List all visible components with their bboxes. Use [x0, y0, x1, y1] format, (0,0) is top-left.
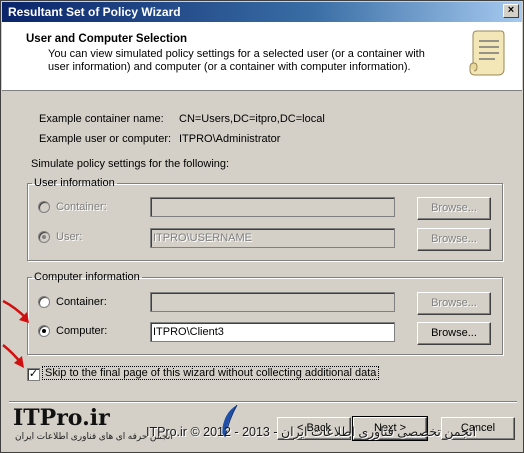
computer-label: Computer:: [56, 325, 108, 337]
simulate-prompt: Simulate policy settings for the followi…: [31, 158, 230, 170]
scroll-icon: [469, 30, 505, 76]
window-title: Resultant Set of Policy Wizard: [8, 5, 181, 19]
close-button[interactable]: ×: [503, 4, 519, 18]
computer-browse-button[interactable]: Browse...: [417, 322, 491, 345]
header-title: User and Computer Selection: [26, 33, 188, 45]
computer-container-radio[interactable]: [38, 296, 50, 308]
computer-radio[interactable]: [38, 325, 50, 337]
example-user-value: ITPRO\Administrator: [179, 133, 281, 145]
wizard-header: User and Computer Selection You can view…: [2, 22, 522, 91]
red-arrow-icon: [2, 299, 29, 323]
wizard-window: Resultant Set of Policy Wizard × User an…: [0, 0, 524, 453]
user-browse-button[interactable]: Browse...: [417, 228, 491, 251]
user-radio[interactable]: [38, 231, 50, 243]
computer-container-field[interactable]: [150, 292, 395, 312]
example-container-label: Example container name:: [39, 113, 164, 125]
computer-info-legend: Computer information: [34, 271, 140, 283]
user-container-browse-button[interactable]: Browse...: [417, 197, 491, 220]
example-container-value: CN=Users,DC=itpro,DC=local: [179, 113, 325, 125]
user-container-field[interactable]: [150, 197, 395, 217]
computer-field[interactable]: ITPRO\Client3: [150, 322, 395, 342]
watermark-text: انجمن تخصصی فناوری اطلاعات ایران - 2013 …: [146, 425, 477, 439]
user-container-label: Container:: [56, 201, 107, 213]
user-label: User:: [56, 231, 83, 243]
red-arrow-icon: [2, 344, 24, 368]
title-bar: Resultant Set of Policy Wizard ×: [2, 2, 522, 22]
user-container-radio[interactable]: [38, 201, 50, 213]
footer-separator: [9, 401, 517, 403]
user-field[interactable]: ITPRO\USERNAME: [150, 228, 395, 248]
user-info-legend: User information: [34, 177, 115, 189]
skip-checkbox-label[interactable]: Skip to the final page of this wizard wi…: [41, 366, 380, 380]
computer-container-browse-button[interactable]: Browse...: [417, 292, 491, 315]
itpro-logo: ITPro.ir: [13, 405, 110, 431]
header-description: You can view simulated policy settings f…: [48, 48, 425, 73]
computer-container-label: Container:: [56, 296, 107, 308]
example-user-label: Example user or computer:: [39, 133, 172, 145]
